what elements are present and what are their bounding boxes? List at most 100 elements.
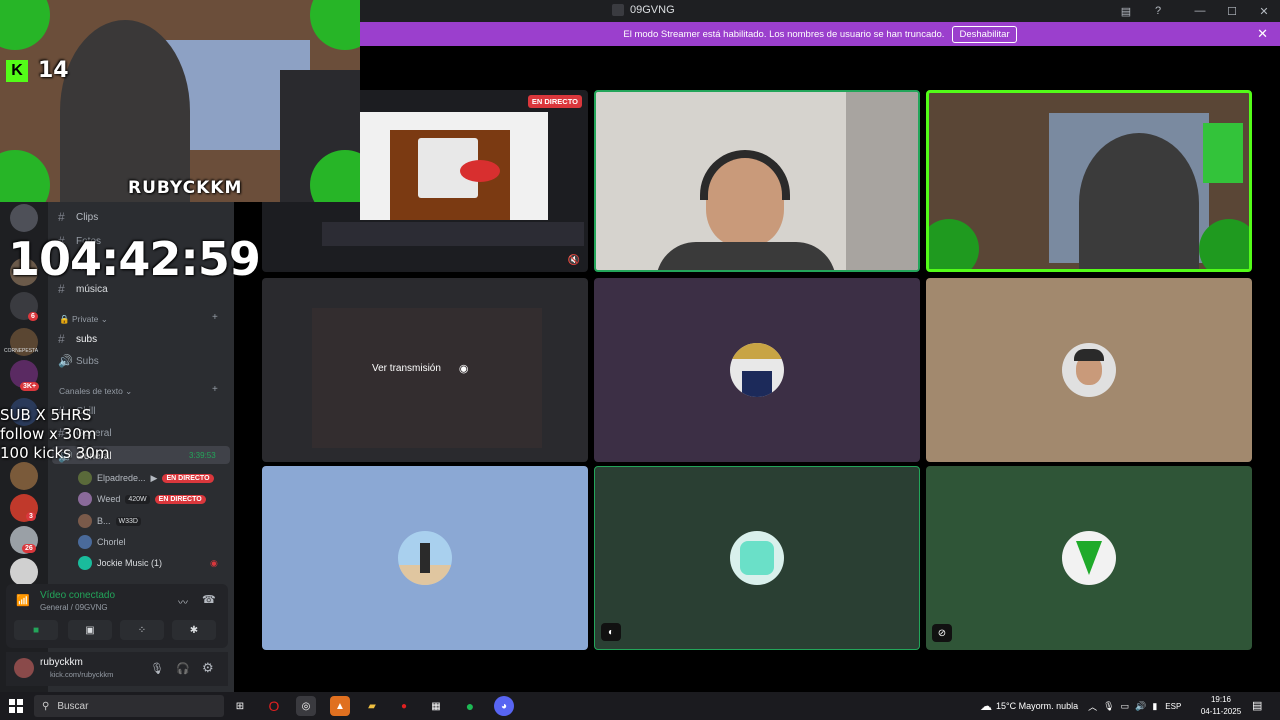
category-private[interactable]: 🔒 Private ⌄ [59,314,108,325]
kick-logo: K [6,60,28,82]
category-text-channels[interactable]: Canales de texto ⌄ [59,386,132,397]
voice-user[interactable]: Weed 420W EN DIRECTO [78,492,206,506]
close-icon[interactable]: ✕ [1248,0,1280,22]
server-icon[interactable] [10,462,38,490]
participant-avatar [1062,343,1116,397]
avatar-tile-1[interactable] [594,278,920,462]
spotify-icon[interactable]: ● [460,696,480,716]
disconnect-icon[interactable]: ☎ [202,593,216,606]
leaf-decoration [929,219,979,269]
vlc-icon[interactable]: ▲ [330,696,350,716]
soundboard-button[interactable]: ✱ [172,620,216,640]
guild-tag: W33D [115,516,141,526]
webcam-tile-streamer[interactable] [926,90,1252,272]
voice-user[interactable]: Jockie Music (1) ◉ [78,556,218,570]
screen-share-tile-2[interactable]: Ver transmisión ◉ [262,278,588,462]
disable-streamer-mode-button[interactable]: Deshabilitar [952,25,1017,43]
server-logo-icon [612,4,624,16]
clock[interactable]: 19:16 04-11-2025 [1200,694,1242,718]
deafened-icon: ◐ [601,623,621,641]
activities-button[interactable]: ⁘ [120,620,164,640]
add-channel-icon[interactable]: + [212,312,218,323]
promo-line: SUB X 5HRS [0,406,92,424]
avatar-tile-5[interactable]: ⊘ [926,466,1252,650]
store-icon[interactable]: ▦ [426,696,446,716]
help-icon[interactable]: ? [1142,0,1174,22]
notification-badge: 3K+ [20,382,40,391]
channel-clips[interactable]: # Clips [58,210,98,224]
streamer-figure [60,20,190,202]
add-channel-icon[interactable]: + [212,384,218,395]
dimmed-preview [312,308,542,448]
live-badge: EN DIRECTO [154,494,206,504]
title-bar: 09GVNG ▤ ? — ☐ ✕ [360,0,1280,22]
shirt [656,242,836,270]
avatar-tile-3[interactable] [262,466,588,650]
user-panel: rubyckkm kick.com/rubyckkm 🎙 🎧 ⚙ [6,652,228,686]
microphone-tray-icon[interactable]: 🎙 [1103,701,1114,712]
muted-speaker-icon[interactable]: 🔇 [568,255,580,266]
search-icon: ⚲ [42,700,50,712]
voice-user[interactable]: Chorlel [78,535,126,549]
participant-avatar [730,343,784,397]
camera-button[interactable]: ■ [14,620,58,640]
notifications-icon[interactable]: ▤ [1252,699,1262,712]
guild-tag: 420W [125,494,150,504]
live-activity-icon: ◉ [210,557,218,568]
avatar-tile-4[interactable]: ◐ [594,466,920,650]
server-icon[interactable] [10,558,38,586]
noise-suppression-icon[interactable]: 〰 [178,594,188,609]
soundboard-icon: ✱ [189,624,199,636]
obs-icon[interactable]: ◎ [296,696,316,716]
folder-icon[interactable]: ▰ [362,696,382,716]
notification-badge: 26 [22,544,36,553]
task-view-icon[interactable]: ⊞ [230,696,250,716]
microphone-icon[interactable]: 🎙 [150,662,164,675]
voice-status: Vídeo conectado [40,590,116,601]
voice-user[interactable]: B... W33D [78,514,141,528]
headset [700,150,790,200]
hash-icon: # [58,210,65,224]
participant-avatar [1062,531,1116,585]
window-title-group: 09GVNG [612,4,675,16]
windows-start-icon[interactable] [9,699,23,713]
minimize-icon[interactable]: — [1184,0,1216,22]
speaker-icon: 🔊 [58,354,73,368]
clock-time: 19:16 [1210,695,1232,704]
weather[interactable]: 15°C Mayorm. nubla [996,701,1078,711]
opera-icon[interactable]: O [264,696,284,716]
user-status: kick.com/rubyckkm [50,670,114,679]
green-bead-box [1203,123,1243,183]
language[interactable]: ESP [1165,702,1181,711]
voice-user[interactable]: Elpadrede... ▶ EN DIRECTO [78,471,214,485]
windows-taskbar: ⚲ Buscar ⊞ O ◎ ▲ ▰ ● ▦ ● ◕ ☁ 15°C Mayorm… [0,692,1280,720]
watch-stream-button[interactable]: Ver transmisión ◉ [372,362,469,375]
taskbar-search[interactable]: ⚲ Buscar [34,695,224,717]
maximize-icon[interactable]: ☐ [1216,0,1248,22]
settings-gear-icon[interactable]: ⚙ [202,660,214,676]
window-controls: ▤ ? — ☐ ✕ [1110,0,1280,22]
screen-share-button[interactable]: ▣ [68,620,112,640]
voice-user-name: Elpadrede... [97,473,146,483]
window-title: 09GVNG [630,4,675,16]
close-banner-icon[interactable]: ✕ [1257,26,1268,42]
channel-subs[interactable]: # subs [58,332,97,346]
headphones-icon[interactable]: 🎧 [176,662,190,675]
volume-icon[interactable]: 🔊 [1135,701,1146,712]
inbox-icon[interactable]: ▤ [1110,0,1142,22]
server-icon[interactable] [10,204,38,232]
discord-icon[interactable]: ◕ [494,696,514,716]
avatar-tile-2[interactable] [926,278,1252,462]
live-badge: EN DIRECTO [162,473,214,483]
camera-icon: ■ [32,624,40,636]
user-avatar[interactable] [14,658,34,678]
chevron-up-icon[interactable]: ︿ [1088,700,1097,713]
webcam-tile-participant[interactable] [594,90,920,272]
promo-line: follow x 30m [0,425,97,443]
notification-badge: 6 [28,312,38,321]
voice-channel-subs[interactable]: 🔊 Subs [58,354,99,368]
taskbar-thumbnails [322,222,584,246]
battery-icon[interactable]: ▮ [1152,701,1157,712]
app-icon-red[interactable]: ● [394,696,414,716]
network-icon[interactable]: ▭ [1121,701,1130,712]
